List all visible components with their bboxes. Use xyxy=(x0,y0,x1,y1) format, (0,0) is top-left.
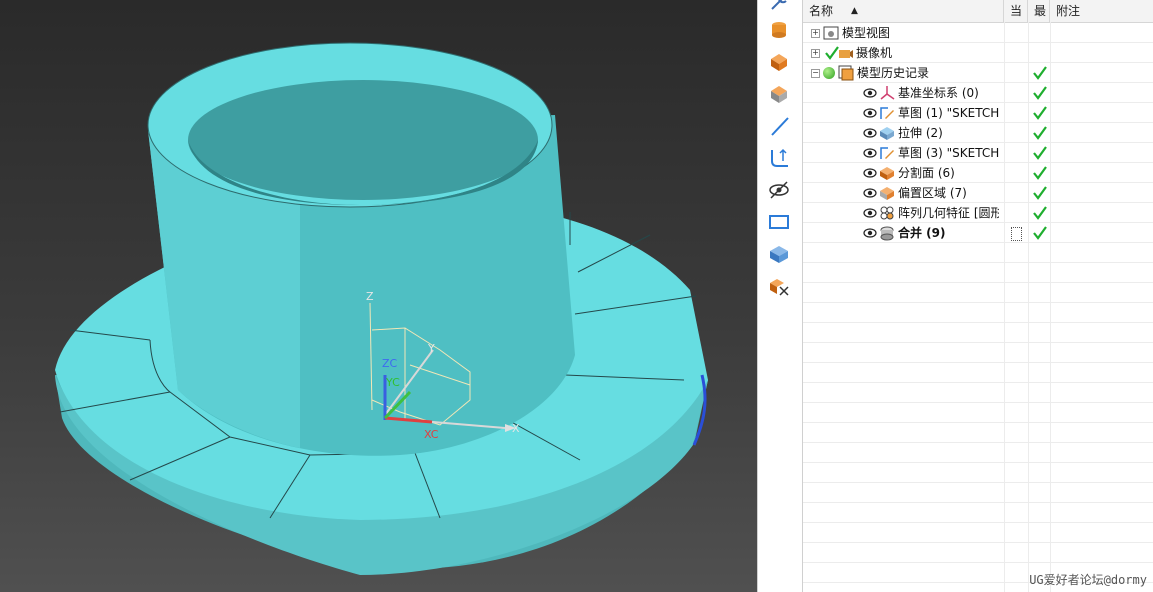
unite-icon xyxy=(879,225,895,241)
empty-row xyxy=(803,303,1153,323)
visibility-eye-icon[interactable] xyxy=(863,206,877,220)
tree-row-label: 草图 (3) "SKETCH_0... xyxy=(898,146,999,160)
tree-row-label: 基准坐标系 (0) xyxy=(898,86,979,100)
tree-row[interactable]: 合并 (9) xyxy=(803,223,1153,243)
graphics-viewport[interactable]: Z ZC YC Y XC X xyxy=(0,0,757,592)
watermark: UG爱好者论坛@dormy xyxy=(1029,573,1147,587)
axis-label-y: Y xyxy=(427,342,435,355)
column-header-latest[interactable]: 最 xyxy=(1028,0,1050,22)
sketch-icon xyxy=(879,145,895,161)
tree-row-label: 模型视图 xyxy=(842,26,891,40)
pattern-icon xyxy=(879,205,895,221)
part-navigator: 名称 ▲ 当 最 附注 + 模型视图 + 摄像机 − 模型历史记录基准坐标系 (0) 草图 … xyxy=(803,0,1153,592)
tree-row-label: 拉伸 (2) xyxy=(898,126,943,140)
axis-label-xc: XC xyxy=(424,428,439,441)
visibility-eye-icon[interactable] xyxy=(863,126,877,140)
empty-row xyxy=(803,343,1153,363)
empty-row xyxy=(803,463,1153,483)
visibility-eye-icon[interactable] xyxy=(863,166,877,180)
visibility-eye-icon[interactable] xyxy=(863,86,877,100)
model-view-icon xyxy=(823,25,839,41)
empty-row xyxy=(803,323,1153,343)
tree-row-label: 阵列几何特征 [圆形] ... xyxy=(898,206,999,220)
latest-check-icon xyxy=(1031,164,1049,182)
tree-row-label: 摄像机 xyxy=(856,46,893,60)
tree-row[interactable]: 分割面 (6) xyxy=(803,163,1153,183)
latest-check-icon xyxy=(1031,144,1049,162)
divide-face-icon xyxy=(879,165,895,181)
tree-row[interactable]: + 摄像机 xyxy=(803,43,1153,63)
latest-check-icon xyxy=(1031,104,1049,122)
axis-label-yc: YC xyxy=(385,376,400,389)
column-header-notes[interactable]: 附注 xyxy=(1050,0,1153,22)
tree-row[interactable]: + 模型视图 xyxy=(803,23,1153,43)
show-hide-icon[interactable] xyxy=(763,272,795,300)
tree-row[interactable]: 拉伸 (2) xyxy=(803,123,1153,143)
latest-check-icon xyxy=(1031,184,1049,202)
line-icon[interactable] xyxy=(763,112,795,140)
tree-row[interactable]: 阵列几何特征 [圆形] ... xyxy=(803,203,1153,223)
offset-region-icon xyxy=(879,185,895,201)
camera-icon xyxy=(837,45,853,61)
tree-row-label: 偏置区域 (7) xyxy=(898,186,967,200)
sketch-icon xyxy=(879,105,895,121)
column-name-label: 名称 xyxy=(809,4,834,18)
empty-row xyxy=(803,263,1153,283)
tree-row[interactable]: 草图 (1) "SKETCH_0... xyxy=(803,103,1153,123)
empty-row xyxy=(803,403,1153,423)
empty-row xyxy=(803,503,1153,523)
axis-label-x: X xyxy=(512,422,520,435)
empty-row xyxy=(803,423,1153,443)
sort-ascending-icon: ▲ xyxy=(851,6,858,16)
visibility-eye-icon[interactable] xyxy=(863,106,877,120)
expand-icon[interactable]: + xyxy=(811,49,820,58)
empty-row xyxy=(803,283,1153,303)
axis-label-z: Z xyxy=(366,290,374,303)
solid-gray-icon[interactable] xyxy=(763,80,795,108)
navigator-header: 名称 ▲ 当 最 附注 xyxy=(803,0,1153,23)
column-header-name[interactable]: 名称 ▲ xyxy=(803,0,1004,22)
tree-row[interactable]: 基准坐标系 (0) xyxy=(803,83,1153,103)
latest-check-icon xyxy=(1031,84,1049,102)
extrude-icon xyxy=(879,125,895,141)
expand-icon[interactable]: + xyxy=(811,29,820,38)
solid-orange-icon[interactable] xyxy=(763,48,795,76)
visibility-eye-icon[interactable] xyxy=(863,146,877,160)
visibility-eye-icon[interactable] xyxy=(863,226,877,240)
datum-csys-icon xyxy=(879,85,895,101)
tree-row[interactable]: 偏置区域 (7) xyxy=(803,183,1153,203)
latest-check-icon xyxy=(1031,224,1049,242)
current-feature-icon xyxy=(1011,227,1022,241)
tree-row-label: 分割面 (6) xyxy=(898,166,955,180)
tree-row-label: 模型历史记录 xyxy=(857,66,930,80)
history-icon xyxy=(838,65,854,81)
resource-toolbar xyxy=(757,0,803,592)
empty-row xyxy=(803,363,1153,383)
column-header-current[interactable]: 当 xyxy=(1004,0,1028,22)
visibility-eye-icon[interactable] xyxy=(863,186,877,200)
empty-row xyxy=(803,543,1153,563)
database-icon[interactable] xyxy=(763,16,795,44)
wrench-icon[interactable] xyxy=(763,0,795,16)
empty-row xyxy=(803,243,1153,263)
datum-axis-icon[interactable] xyxy=(763,144,795,172)
tree-row[interactable]: − 模型历史记录 xyxy=(803,63,1153,83)
rectangle-icon[interactable] xyxy=(763,208,795,236)
tree-row-label: 合并 (9) xyxy=(898,226,946,240)
status-dot-icon xyxy=(823,67,835,79)
feature-group-icon[interactable] xyxy=(763,240,795,268)
empty-row xyxy=(803,383,1153,403)
collapse-icon[interactable]: − xyxy=(811,69,820,78)
latest-check-icon xyxy=(1031,64,1049,82)
empty-row xyxy=(803,443,1153,463)
empty-row xyxy=(803,483,1153,503)
tree-row[interactable]: 草图 (3) "SKETCH_0... xyxy=(803,143,1153,163)
latest-check-icon xyxy=(1031,124,1049,142)
axis-label-zc: ZC xyxy=(382,357,398,370)
tree-row-label: 草图 (1) "SKETCH_0... xyxy=(898,106,999,120)
flange-model-render: Z ZC YC Y XC X xyxy=(55,42,708,575)
latest-check-icon xyxy=(1031,204,1049,222)
empty-row xyxy=(803,523,1153,543)
hide-icon[interactable] xyxy=(763,176,795,204)
